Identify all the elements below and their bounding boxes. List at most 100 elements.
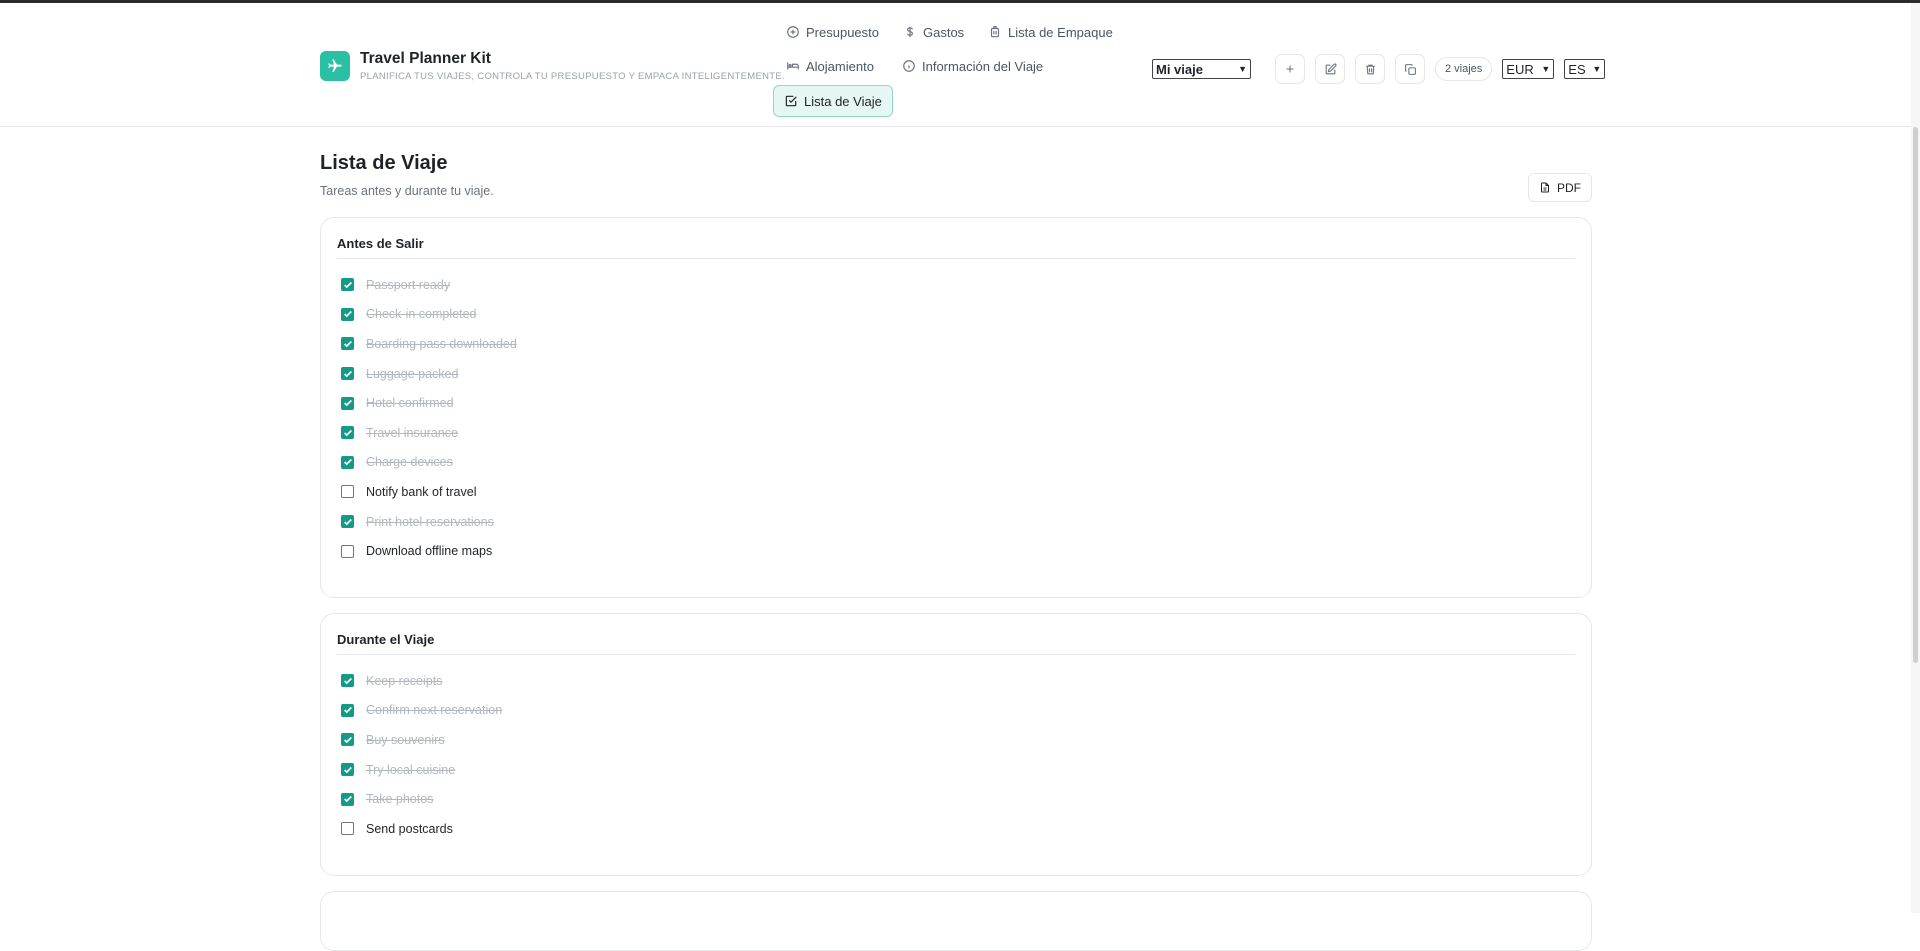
- scrollbar-thumb[interactable]: [1913, 127, 1918, 663]
- dollar-icon: [907, 26, 913, 38]
- checkbox-checked[interactable]: [341, 396, 354, 410]
- checklist-item-label: Hotel confirmed: [366, 396, 454, 411]
- tab-gastos-label: Gastos: [923, 24, 965, 40]
- checklist: Keep receipts Confirm next reservation Buy…: [341, 666, 502, 844]
- checklist-item[interactable]: Hotel confirmed: [341, 388, 517, 418]
- checkbox-checked[interactable]: [341, 703, 354, 717]
- checklist-item-label: Travel insurance: [366, 425, 458, 440]
- checklist-item-label: Notify bank of travel: [366, 484, 477, 499]
- trash-icon: [1365, 64, 1375, 74]
- checklist-item-label: Confirm next reservation: [366, 703, 503, 718]
- checklist-item-label: Passport ready: [366, 277, 451, 292]
- edit-trip-button[interactable]: [1315, 54, 1345, 84]
- checkbox-checked[interactable]: [341, 307, 354, 321]
- section-divider: [337, 258, 1575, 259]
- checklist-item-label: Keep receipts: [366, 673, 443, 688]
- check-icon: [343, 400, 352, 407]
- checklist-item-label: Print hotel reservations: [366, 514, 494, 529]
- checklist-item-label: Charge devices: [366, 455, 453, 470]
- copy-icon: [1404, 63, 1416, 75]
- app-tagline: PLANIFICA TUS VIAJES, CONTROLA TU PRESUP…: [360, 71, 785, 82]
- tab-alojamiento[interactable]: Alojamiento: [776, 51, 884, 81]
- checkbox-checked[interactable]: [341, 278, 354, 292]
- checklist-item[interactable]: Check-in completed: [341, 300, 517, 330]
- currency-select-value: EUR: [1506, 61, 1534, 77]
- tab-lista-de-viaje[interactable]: Lista de Viaje: [773, 85, 893, 117]
- checklist-item[interactable]: Print hotel reservations: [341, 507, 517, 537]
- checkbox-square-icon: [785, 95, 797, 107]
- checkbox-checked[interactable]: [341, 455, 354, 469]
- checkbox-checked[interactable]: [341, 367, 354, 381]
- plane-icon: [320, 51, 350, 81]
- plus-icon: [1286, 65, 1294, 73]
- checklist-item-label: Check-in completed: [366, 307, 477, 322]
- page-scrollbar[interactable]: [1911, 3, 1920, 913]
- checklist-item[interactable]: Send postcards: [341, 814, 502, 844]
- page-title: Lista de Viaje: [320, 152, 448, 174]
- check-icon: [343, 340, 352, 348]
- luggage-icon: [990, 26, 1000, 38]
- checklist-item[interactable]: Try local cuisine: [341, 755, 502, 785]
- check-icon: [343, 281, 352, 289]
- checklist-item[interactable]: Confirm next reservation: [341, 696, 502, 726]
- check-icon: [343, 707, 352, 714]
- check-icon: [343, 766, 352, 773]
- checklist-item[interactable]: Passport ready: [341, 270, 517, 300]
- checklist-item[interactable]: Download offline maps: [341, 536, 517, 566]
- language-select-value: ES: [1568, 61, 1586, 77]
- checkbox-checked[interactable]: [341, 337, 354, 351]
- checkbox-checked[interactable]: [341, 792, 354, 806]
- checklist-item[interactable]: Luggage packed: [341, 359, 517, 389]
- checkbox-checked[interactable]: [341, 426, 354, 440]
- checkbox-checked[interactable]: [341, 733, 354, 747]
- tab-presupuesto-label: Presupuesto: [806, 24, 879, 40]
- checklist-item[interactable]: Keep receipts: [341, 666, 502, 696]
- checklist-item[interactable]: Travel insurance: [341, 418, 517, 448]
- language-select[interactable]: ES ▼: [1564, 59, 1606, 79]
- checklist-item[interactable]: Buy souvenirs: [341, 725, 502, 755]
- export-pdf-button[interactable]: PDF: [1528, 173, 1592, 202]
- trip-select[interactable]: Mi viaje ▼: [1152, 59, 1251, 79]
- bed-icon: [787, 62, 799, 70]
- section-card-antes-de-salir: Antes de Salir Passport ready Check-in co…: [320, 217, 1592, 598]
- check-icon: [343, 677, 352, 685]
- tab-presupuesto[interactable]: Presupuesto: [776, 17, 889, 47]
- section-card-durante-el-viaje: Durante el Viaje Keep receipts Confirm ne…: [320, 613, 1592, 876]
- checklist-item-label: Buy souvenirs: [366, 732, 445, 747]
- check-icon: [343, 518, 352, 525]
- delete-trip-button[interactable]: [1355, 54, 1385, 84]
- check-icon: [343, 796, 352, 803]
- duplicate-trip-button[interactable]: [1395, 54, 1425, 84]
- brand[interactable]: Travel Planner Kit PLANIFICA TUS VIAJES,…: [320, 50, 785, 82]
- app-header: Travel Planner Kit PLANIFICA TUS VIAJES,…: [0, 3, 1911, 127]
- chevron-down-icon: ▼: [1238, 64, 1247, 74]
- check-icon: [343, 429, 352, 437]
- tab-informacion-del-viaje-label: Información del Viaje: [922, 58, 1044, 74]
- checklist-item-label: Download offline maps: [366, 544, 493, 559]
- check-icon: [343, 459, 352, 466]
- checklist-item[interactable]: Charge devices: [341, 448, 517, 478]
- checklist-item[interactable]: Boarding pass downloaded: [341, 329, 517, 359]
- checklist-item[interactable]: Notify bank of travel: [341, 477, 517, 507]
- checkbox-unchecked[interactable]: [341, 544, 354, 558]
- tab-lista-de-empaque[interactable]: Lista de Empaque: [978, 17, 1123, 47]
- add-trip-button[interactable]: [1275, 54, 1305, 84]
- tab-lista-de-empaque-label: Lista de Empaque: [1008, 24, 1113, 40]
- checkbox-unchecked[interactable]: [341, 485, 354, 499]
- checkbox-unchecked[interactable]: [341, 822, 354, 836]
- checkbox-checked[interactable]: [341, 674, 354, 688]
- chevron-down-icon: ▼: [1592, 64, 1602, 74]
- tab-gastos[interactable]: Gastos: [893, 17, 974, 47]
- section-title: Antes de Salir: [337, 236, 424, 251]
- plus-circle-icon: [787, 26, 799, 38]
- section-title: Durante el Viaje: [337, 632, 435, 647]
- checklist-item-label: Send postcards: [366, 821, 453, 836]
- checklist-item[interactable]: Take photos: [341, 784, 502, 814]
- page-subtitle: Tareas antes y durante tu viaje.: [320, 184, 494, 198]
- trip-count-badge: 2 viajes: [1435, 57, 1493, 81]
- checkbox-checked[interactable]: [341, 763, 354, 777]
- export-pdf-label: PDF: [1557, 180, 1581, 195]
- tab-informacion-del-viaje[interactable]: Información del Viaje: [892, 51, 1053, 81]
- currency-select[interactable]: EUR ▼: [1502, 59, 1555, 79]
- checkbox-checked[interactable]: [341, 515, 354, 529]
